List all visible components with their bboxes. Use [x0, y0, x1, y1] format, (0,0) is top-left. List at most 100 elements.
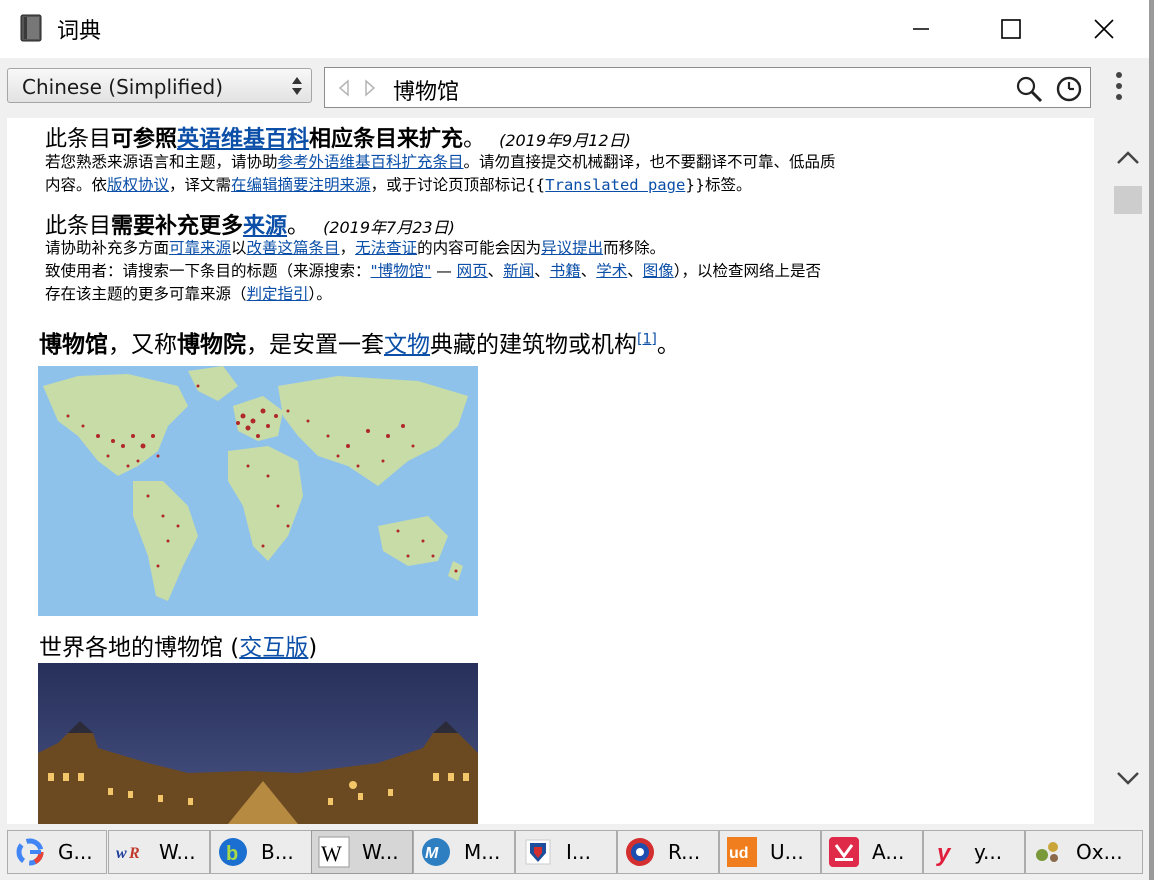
scroll-up-arrow-icon[interactable] [1116, 148, 1140, 168]
search-box[interactable]: 博物馆 [324, 67, 1091, 108]
caption-text: ) [308, 635, 318, 661]
window-title: 词典 [57, 19, 102, 44]
minimize-button[interactable] [898, 0, 944, 58]
interactive-version-link[interactable]: 交互版 [239, 635, 308, 661]
tab-a[interactable]: A... [821, 830, 923, 874]
notice-text: 此条目 [45, 127, 112, 152]
translate-guide-link[interactable]: 参考外语维基百科扩充条目 [278, 153, 464, 171]
minimize-icon [913, 28, 929, 30]
notice-bold: 需要补充更多 [111, 214, 244, 239]
svg-text:M: M [425, 845, 439, 862]
maximize-button[interactable] [988, 0, 1034, 58]
notice-text: 的内容可能会因为 [417, 239, 542, 257]
tab-urban-dictionary[interactable]: ud U... [719, 830, 821, 874]
wikipedia-icon: W [318, 836, 350, 868]
history-clock-icon[interactable] [1055, 75, 1083, 103]
license-link[interactable]: 版权协议 [107, 176, 169, 194]
urban-dictionary-icon: ud [726, 836, 758, 868]
separator: 、 [534, 262, 550, 280]
search-input[interactable]: 博物馆 [393, 74, 459, 106]
close-icon [1094, 19, 1114, 39]
louvre-photo[interactable] [38, 663, 478, 824]
vertical-scrollbar[interactable] [1108, 118, 1148, 824]
language-select-value: Chinese (Simplified) [22, 75, 224, 99]
notice-text: ，译文需 [169, 176, 232, 194]
notice-text: 而移除。 [603, 239, 666, 257]
a-icon [828, 836, 860, 868]
separator: 、 [627, 262, 643, 280]
separator: 、 [487, 262, 504, 280]
tab-r[interactable]: R... [617, 830, 719, 874]
notice-text: 存在该主题的更多可靠来源（ [45, 285, 247, 303]
search-icon[interactable] [1015, 75, 1043, 103]
challenge-link[interactable]: 异议提出 [541, 239, 603, 257]
y-icon: y [930, 836, 962, 868]
notice-text: ），以检查网络上是否 [673, 262, 822, 280]
forward-arrow-icon[interactable] [363, 79, 377, 97]
dictionary-book-icon [20, 14, 42, 42]
lead-paragraph: 博物馆，又称博物院，是安置一套文物典藏的建筑物或机构[1]。 [39, 325, 680, 359]
window-edge [1149, 0, 1154, 880]
scroll-down-arrow-icon[interactable] [1116, 768, 1140, 788]
i-icon [522, 836, 554, 868]
tab-y[interactable]: y y... [923, 830, 1025, 874]
reliable-sources-link[interactable]: 可靠来源 [169, 239, 231, 257]
books-search-link[interactable]: 书籍 [550, 262, 581, 280]
lead-text: ，是安置一套 [246, 332, 384, 358]
sources-notice-body: 请协助补充多方面可靠来源以改善这篇条目，无法查证的内容可能会因为异议提出而移除。… [45, 237, 1085, 306]
tab-google[interactable]: G... [7, 830, 107, 874]
english-wikipedia-link[interactable]: 英语维基百科 [177, 127, 309, 152]
sources-notice-title: 此条目需要补充更多来源。 (2019年7月23日) [45, 208, 455, 240]
tab-label: W... [362, 840, 399, 864]
verifiability-link[interactable]: 无法查证 [355, 239, 417, 257]
close-button[interactable] [1081, 0, 1127, 58]
tab-wordreference[interactable]: wR W... [108, 830, 210, 874]
news-search-link[interactable]: 新闻 [503, 262, 534, 280]
tab-wikipedia[interactable]: W W... [311, 830, 413, 874]
notice-text: 。请勿直接提交机械翻译，也不要翻译不可靠、低品质 [463, 153, 836, 171]
guideline-link[interactable]: 判定指引 [247, 285, 309, 303]
tab-label: B... [261, 840, 294, 864]
lead-bold: 博物馆 [39, 332, 108, 358]
tab-merriam-webster[interactable]: M M... [413, 830, 515, 874]
back-arrow-icon[interactable] [337, 79, 351, 97]
notice-text: — [436, 262, 457, 280]
source-search-link[interactable]: "博物馆" [371, 262, 432, 280]
article-view[interactable]: 此条目可参照英语维基百科相应条目来扩充。 (2019年9月12日) 若您熟悉来源语… [7, 118, 1094, 824]
notice-text: 若您熟悉来源语言和主题，请协助 [45, 153, 278, 171]
tab-bing[interactable]: b B... [210, 830, 312, 874]
svg-text:w: w [116, 845, 127, 862]
wordreference-icon: wR [115, 836, 147, 868]
notice-date: (2019年7月23日) [323, 218, 455, 237]
scroll-thumb[interactable] [1114, 186, 1142, 214]
tab-oxford[interactable]: Ox... [1025, 830, 1143, 874]
notice-text: 此条目 [45, 214, 112, 239]
svg-text:b: b [226, 843, 238, 865]
improve-article-link[interactable]: 改善这篇条目 [247, 239, 340, 257]
sources-link[interactable]: 来源 [243, 214, 287, 239]
tab-label: G... [58, 840, 93, 864]
web-search-link[interactable]: 网页 [457, 262, 488, 280]
tab-i[interactable]: I... [515, 830, 617, 874]
tab-label: I... [566, 840, 591, 864]
svg-text:W: W [321, 841, 342, 866]
images-search-link[interactable]: 图像 [643, 262, 674, 280]
cultural-relics-link[interactable]: 文物 [384, 332, 430, 358]
more-options-icon[interactable] [1109, 69, 1129, 105]
translated-page-link[interactable]: Translated page [545, 176, 685, 194]
language-select[interactable]: Chinese (Simplified) [7, 68, 312, 103]
world-museums-map[interactable] [38, 366, 478, 616]
caption-text: 世界各地的博物馆 ( [39, 635, 240, 661]
oxford-icon [1032, 836, 1064, 868]
scholar-search-link[interactable]: 学术 [596, 262, 627, 280]
notice-text: 致使用者：请搜索一下条目的标题（来源搜索： [45, 262, 371, 280]
attribution-link[interactable]: 在编辑摘要注明来源 [231, 176, 371, 194]
notice-bold: 相应条目来扩充 [309, 127, 464, 152]
merriam-webster-icon: M [420, 836, 452, 868]
svg-text:y: y [936, 840, 952, 867]
tab-label: R... [668, 840, 701, 864]
reference-link[interactable]: [1] [637, 331, 657, 347]
notice-text: 。 [463, 127, 486, 152]
bing-icon: b [217, 836, 249, 868]
notice-date: (2019年9月12日) [499, 131, 631, 150]
